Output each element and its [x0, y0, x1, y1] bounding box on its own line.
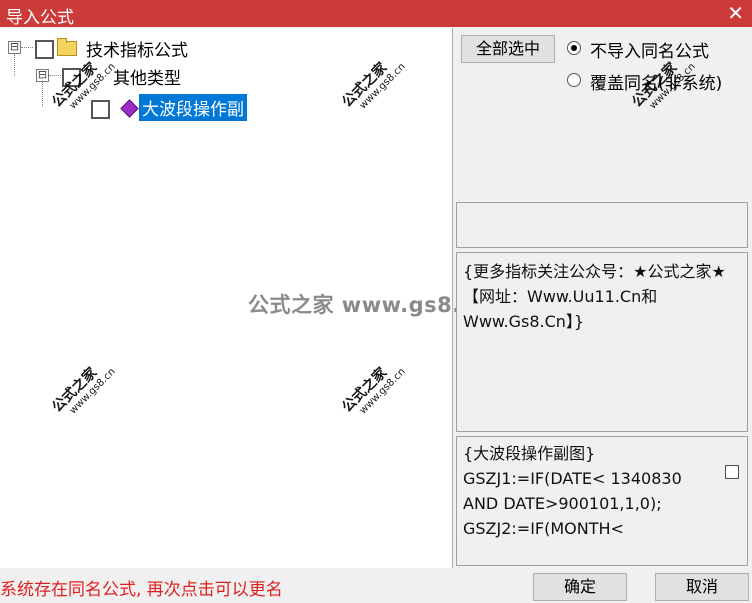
tree-line [42, 82, 43, 107]
select-all-button[interactable]: 全部选中 [461, 35, 555, 63]
code-checkbox[interactable] [725, 465, 739, 479]
empty-panel [456, 202, 748, 248]
title-bar: 导入公式 ✕ [0, 0, 752, 28]
tree-line [49, 75, 61, 76]
root-checkbox[interactable] [35, 40, 54, 59]
window-title: 导入公式 [6, 8, 74, 28]
radio-overwrite-label[interactable]: 覆盖同名(非系统) [590, 69, 722, 94]
info-panel: {更多指标关注公众号：★公式之家★【网址：Www.Uu11.Cn和Www.Gs8… [456, 252, 748, 432]
folder-icon [57, 38, 77, 56]
ok-button[interactable]: 确定 [533, 573, 627, 601]
close-icon[interactable]: ✕ [727, 1, 744, 25]
radio-overwrite[interactable] [567, 73, 581, 87]
code-text: {大波段操作副图} GSZJ1:=IF(DATE< 1340830 AND DA… [463, 444, 682, 538]
code-panel[interactable]: {大波段操作副图} GSZJ1:=IF(DATE< 1340830 AND DA… [456, 436, 748, 566]
radio-skip[interactable] [567, 41, 581, 55]
tree-line [14, 54, 15, 76]
tree-line [21, 47, 33, 48]
leaf-checkbox[interactable] [91, 100, 110, 119]
cancel-button[interactable]: 取消 [655, 573, 749, 601]
tree-node-leaf[interactable]: 大波段操作副 [139, 94, 247, 121]
tree-node-child[interactable]: 其他类型 [113, 64, 181, 89]
collapse-icon[interactable]: ⊟ [36, 69, 49, 82]
status-message: 系统存在同名公式, 再次点击可以更名 [0, 580, 283, 600]
formula-icon [120, 99, 139, 118]
radio-skip-label[interactable]: 不导入同名公式 [590, 37, 709, 62]
center-watermark: 公式之家 www.gs8.cn [248, 293, 490, 317]
collapse-icon[interactable]: ⊟ [8, 41, 21, 54]
info-text: {更多指标关注公众号：★公式之家★【网址：Www.Uu11.Cn和Www.Gs8… [463, 262, 726, 331]
